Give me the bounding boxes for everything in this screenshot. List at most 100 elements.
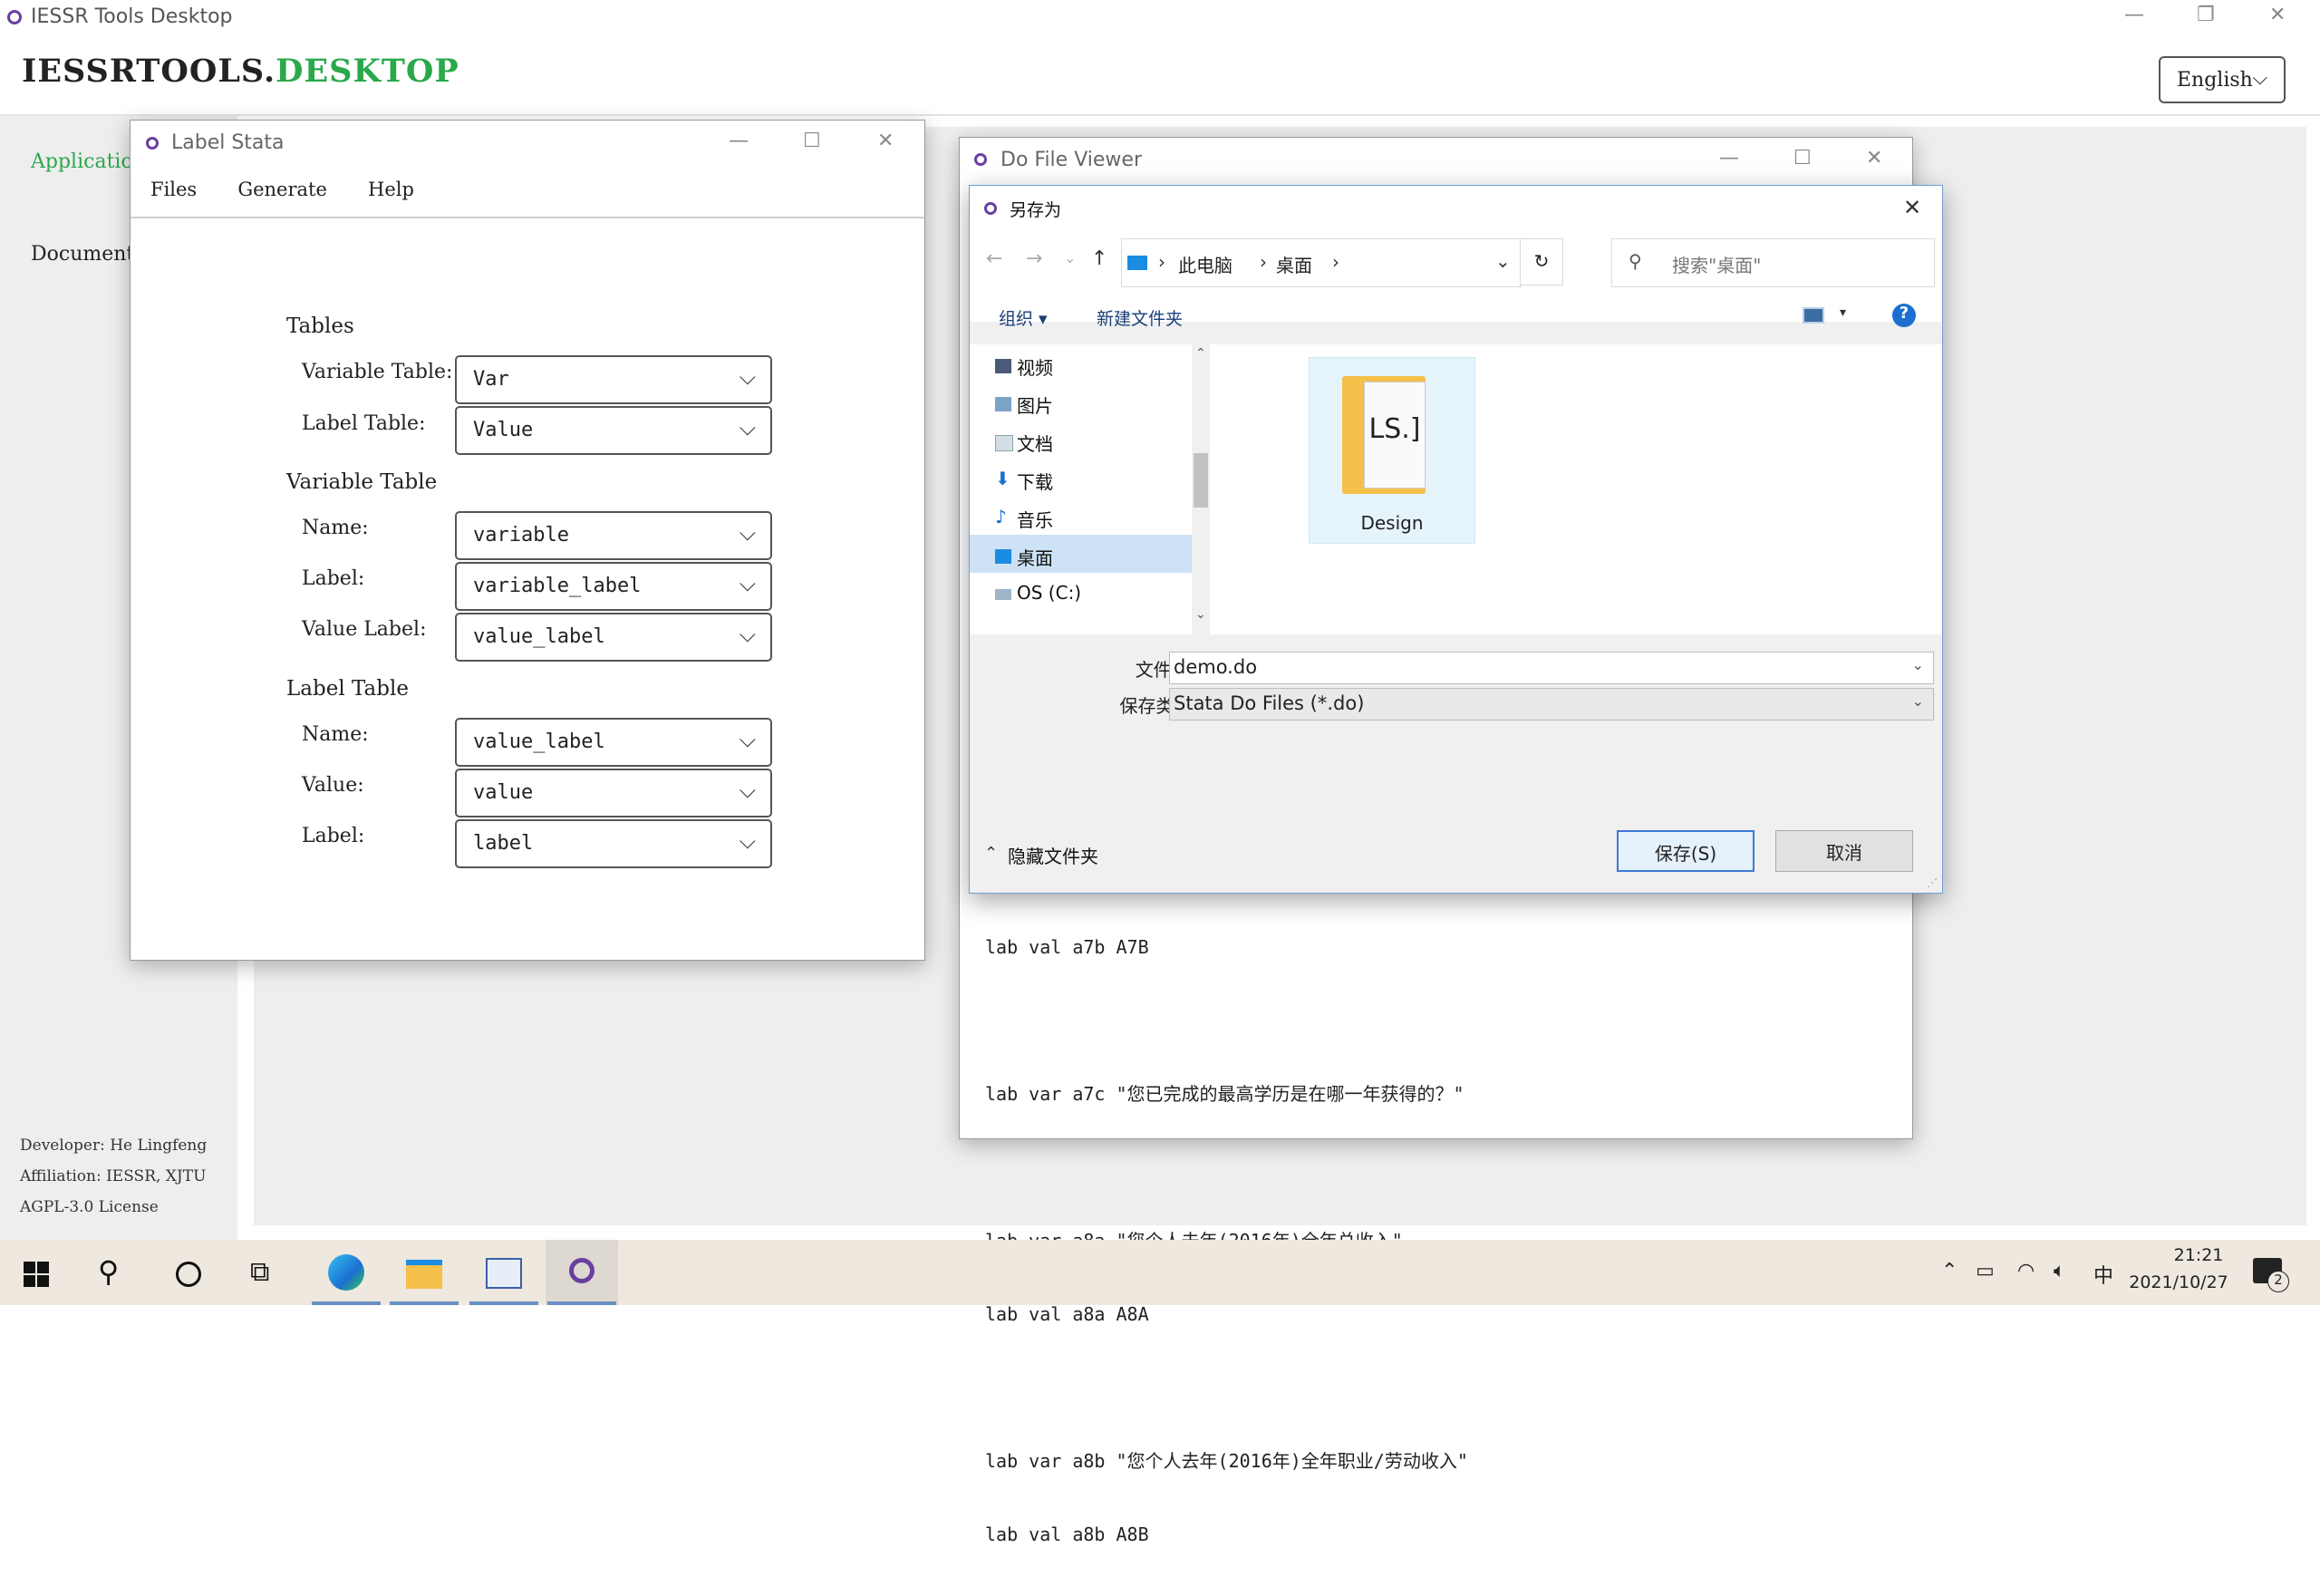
view-options-icon[interactable] [1803,307,1824,324]
lbl-name-value: value_label [473,730,605,753]
tree-scrollbar[interactable]: ⌃ ⌄ [1192,344,1210,634]
tree-label: 桌面 [1017,547,1053,569]
var-label-select[interactable]: variable_label ⌵ [455,562,772,611]
language-value: English [2177,69,2253,92]
tables-heading: Tables [286,314,354,338]
cortana-icon[interactable] [176,1262,201,1287]
lbl-label-select[interactable]: label ⌵ [455,819,772,868]
clock-date[interactable]: 2021/10/27 [2124,1272,2233,1292]
forward-arrow-icon[interactable]: → [1026,247,1042,270]
back-arrow-icon[interactable]: ← [986,247,1002,270]
address-dropdown-icon[interactable]: ⌄ [1495,250,1511,272]
breadcrumb-sep-icon: › [1260,251,1267,273]
search-taskbar-icon[interactable]: ⚲ [98,1254,119,1289]
refresh-icon: ↻ [1533,250,1550,272]
taskbar-selected-app[interactable] [546,1240,618,1305]
music-icon: ♪ [995,506,1007,527]
label-table-select[interactable]: Value ⌵ [455,406,772,455]
tree-label: 下载 [1017,471,1053,493]
resize-grip-icon[interactable]: ⋰ [1927,876,1938,889]
label-stata-maximize-button[interactable]: ☐ [803,130,821,152]
lbl-value-select[interactable]: value ⌵ [455,769,772,817]
windows-start-icon[interactable] [24,1262,49,1287]
code-line: ​ [985,1376,1468,1400]
tree-item-videos[interactable]: 视频 [995,353,1198,388]
show-hidden-icons[interactable]: ⌃ [1941,1260,1958,1282]
language-select[interactable]: English ⌵ [2159,56,2286,103]
label-table-value: Value [473,419,534,441]
chevron-up-icon[interactable]: ⌃ [984,844,998,863]
menu-generate[interactable]: Generate [237,179,327,200]
tree-label: 音乐 [1017,509,1053,531]
tree-item-pictures[interactable]: 图片 [995,392,1198,426]
address-bar[interactable]: › 此电脑 › 桌面 › ⌄ [1121,238,1522,287]
cancel-button[interactable]: 取消 [1775,830,1913,872]
tree-item-downloads[interactable]: ⬇ 下载 [995,468,1198,502]
battery-icon[interactable]: ▭ [1976,1260,1995,1282]
app-title: IESSR Tools Desktop [31,5,233,28]
filename-input[interactable]: demo.do ⌄ [1169,652,1934,684]
search-input[interactable]: ⚲ 搜索"桌面" [1611,238,1935,287]
notification-count-badge: 2 [2267,1271,2289,1292]
filetype-dropdown-icon[interactable]: ⌄ [1912,692,1924,710]
tree-item-music[interactable]: ♪ 音乐 [995,506,1198,540]
edge-browser-icon[interactable] [328,1254,364,1291]
var-name-select[interactable]: variable ⌵ [455,511,772,560]
refresh-button[interactable]: ↻ [1520,238,1563,285]
task-view-icon[interactable]: ⧉ [250,1256,269,1288]
minimize-button[interactable]: — [2124,4,2144,26]
scroll-up-icon[interactable]: ⌃ [1195,346,1206,361]
dialog-titlebar [970,186,1942,231]
label-stata-minimize-button[interactable]: — [729,130,749,152]
restore-button[interactable]: ❐ [2197,4,2215,26]
up-arrow-icon[interactable]: ↑ [1091,247,1107,270]
tree-item-os-drive[interactable]: OS (C:) [995,582,1198,616]
viewer-close-button[interactable]: ✕ [1866,147,1882,169]
menu-files[interactable]: Files [150,179,197,200]
recent-dropdown-icon[interactable]: ⌄ [1064,249,1076,266]
new-folder-button[interactable]: 新建文件夹 [1097,305,1183,330]
file-item-design[interactable]: LS.] Design [1309,357,1475,544]
network-icon[interactable]: ◠ [2017,1260,2035,1282]
menu-help[interactable]: Help [368,179,414,200]
viewer-app-icon [974,153,987,166]
code-line: ​ [985,1156,1468,1180]
help-icon[interactable]: ? [1892,304,1916,327]
view-dropdown-icon[interactable]: ▾ [1840,305,1846,320]
clock-time[interactable]: 21:21 [2153,1245,2244,1265]
viewer-maximize-button[interactable]: ☐ [1793,147,1812,169]
organize-menu[interactable]: 组织 ▾ [999,305,1048,330]
scrollbar-thumb[interactable] [1194,453,1208,508]
tree-item-documents[interactable]: 文档 [995,430,1198,464]
file-explorer-icon[interactable] [406,1260,442,1289]
developer-text: Developer: He Lingfeng [20,1137,208,1155]
save-button[interactable]: 保存(S) [1617,830,1754,872]
label-stata-title: Label Stata [171,131,285,154]
label-stata-app-icon [146,137,159,150]
code-line: lab val a8a A8A [985,1303,1149,1325]
chevron-down-icon: ⌵ [739,520,756,546]
dialog-close-button[interactable]: ✕ [1903,195,1921,220]
label-stata-close-button[interactable]: ✕ [877,130,894,152]
hide-folders-toggle[interactable]: 隐藏文件夹 [1008,842,1098,868]
filename-dropdown-icon[interactable]: ⌄ [1912,656,1924,673]
chevron-down-icon: ⌵ [739,415,756,440]
volume-muted-icon[interactable]: 🔈︎ [2054,1260,2065,1282]
var-value-label-select[interactable]: value_label ⌵ [455,613,772,662]
desktop-icon [995,549,1011,564]
variable-table-select[interactable]: Var ⌵ [455,355,772,404]
viewer-minimize-button[interactable]: — [1719,147,1739,169]
save-as-dialog: 另存为 ✕ ← → ⌄ ↑ › 此电脑 › 桌面 › ⌄ ↻ ⚲ 搜索"桌面" … [969,185,1943,894]
filetype-select[interactable]: Stata Do Files (*.do) ⌄ [1169,688,1934,721]
breadcrumb-desktop[interactable]: 桌面 [1276,251,1312,277]
notepad-window-icon[interactable] [486,1258,522,1289]
lbl-name-label: Name: [302,723,369,746]
tree-item-desktop[interactable]: 桌面 [995,544,1198,578]
ime-indicator[interactable]: 中 [2093,1260,2113,1289]
close-button[interactable]: ✕ [2269,4,2286,26]
breadcrumb-sep-icon: › [1158,251,1165,273]
var-value-label-value: value_label [473,625,605,648]
breadcrumb-this-pc[interactable]: 此电脑 [1178,251,1232,277]
scroll-down-icon[interactable]: ⌄ [1195,607,1206,622]
lbl-name-select[interactable]: value_label ⌵ [455,718,772,767]
